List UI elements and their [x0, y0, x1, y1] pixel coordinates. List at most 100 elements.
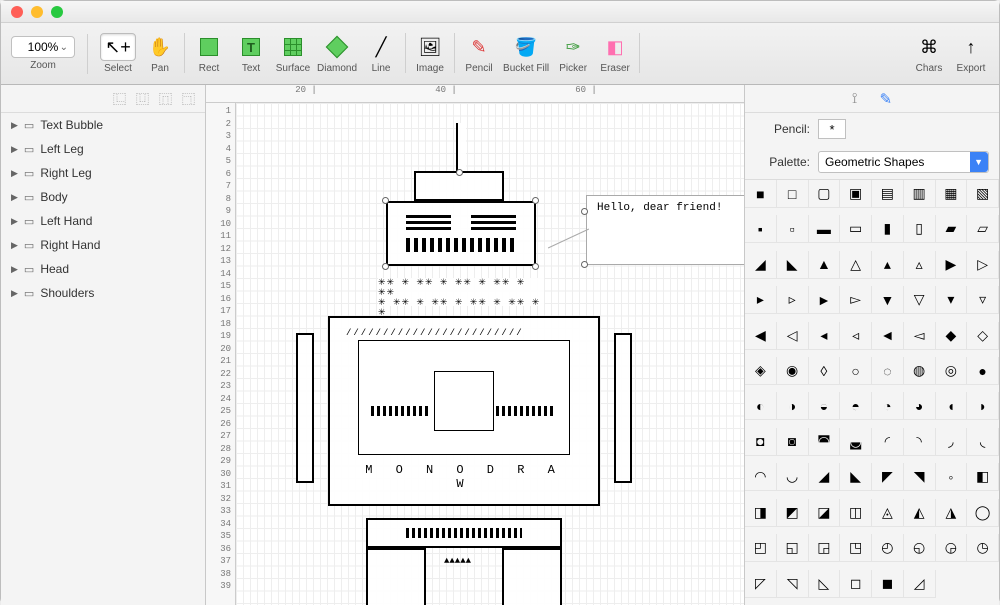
palette-char[interactable]: ◢	[745, 251, 777, 279]
palette-char[interactable]: ◀	[745, 322, 777, 350]
palette-char[interactable]: ▸	[745, 286, 777, 314]
palette-char[interactable]: ◨	[745, 499, 777, 527]
palette-char[interactable]: ◱	[777, 534, 809, 562]
palette-char[interactable]: ◿	[904, 570, 936, 598]
palette-char[interactable]: ▲	[809, 251, 841, 279]
text-tool-button[interactable]: T	[233, 33, 269, 61]
image-tool-button[interactable]: 🖼	[412, 33, 448, 61]
palette-char[interactable]: ◌	[872, 357, 904, 385]
palette-char[interactable]: ◥	[904, 463, 936, 491]
palette-char[interactable]: ■	[745, 180, 777, 208]
minimize-window-button[interactable]	[31, 6, 43, 18]
palette-char[interactable]: ▥	[904, 180, 936, 208]
palette-char[interactable]: ◃	[840, 322, 872, 350]
palette-char[interactable]: ◒	[809, 392, 841, 420]
close-window-button[interactable]	[11, 6, 23, 18]
layer-item[interactable]: ▶▭Left Hand	[1, 209, 205, 233]
palette-char[interactable]: ◹	[777, 570, 809, 598]
pencil-char-field[interactable]: *	[818, 119, 846, 139]
palette-char[interactable]: ◡	[777, 463, 809, 491]
palette-char[interactable]: ▣	[840, 180, 872, 208]
chars-tool-button[interactable]: ⌘	[911, 33, 947, 61]
palette-char[interactable]: ◣	[840, 463, 872, 491]
palette-char[interactable]: ◘	[745, 428, 777, 456]
palette-char[interactable]: ◖	[936, 392, 968, 420]
palette-char[interactable]: ◺	[809, 570, 841, 598]
palette-char[interactable]: ◼	[872, 570, 904, 598]
palette-char[interactable]: ◍	[904, 357, 936, 385]
sidebar-action-icon-1[interactable]: ⿶	[136, 89, 149, 108]
palette-char[interactable]: ▷	[967, 251, 999, 279]
palette-char[interactable]: ◑	[777, 392, 809, 420]
palette-char[interactable]: ◸	[745, 570, 777, 598]
palette-char[interactable]: ◓	[840, 392, 872, 420]
palette-char[interactable]: ▬	[809, 215, 841, 243]
palette-char[interactable]: ◎	[936, 357, 968, 385]
palette-char[interactable]: ◚	[809, 428, 841, 456]
palette-char[interactable]: ◠	[745, 463, 777, 491]
palette-char[interactable]: ◧	[967, 463, 999, 491]
palette-char[interactable]: ▶	[936, 251, 968, 279]
palette-char[interactable]: ◩	[777, 499, 809, 527]
palette-char[interactable]: ▤	[872, 180, 904, 208]
speech-bubble[interactable]: Hello, dear friend!	[586, 195, 744, 265]
palette-char[interactable]: ▭	[840, 215, 872, 243]
palette-char[interactable]: ◣	[777, 251, 809, 279]
drawing-canvas[interactable]: ✳✳ ✳ ✳✳ ✳ ✳✳ ✳ ✳✳ ✳ ✳✳✳ ✳✳ ✳ ✳✳ ✳ ✳✳ ✳ ✳…	[236, 103, 744, 605]
palette-char[interactable]: ◻	[840, 570, 872, 598]
select-tool-button[interactable]: ↖+	[100, 33, 136, 61]
palette-char[interactable]: ◫	[840, 499, 872, 527]
palette-char[interactable]: ▹	[777, 286, 809, 314]
layer-item[interactable]: ▶▭Body	[1, 185, 205, 209]
layer-item[interactable]: ▶▭Shoulders	[1, 281, 205, 305]
palette-char[interactable]: ▢	[809, 180, 841, 208]
palette-char[interactable]: ◲	[809, 534, 841, 562]
palette-char[interactable]: ◁	[777, 322, 809, 350]
palette-char[interactable]: ◴	[872, 534, 904, 562]
palette-char[interactable]: ▻	[840, 286, 872, 314]
sidebar-action-icon-3[interactable]: ⿹	[182, 89, 195, 108]
palette-char[interactable]: ◭	[904, 499, 936, 527]
palette-char[interactable]: ◜	[872, 428, 904, 456]
palette-char[interactable]: ▯	[904, 215, 936, 243]
palette-char[interactable]: ◬	[872, 499, 904, 527]
diamond-tool-button[interactable]	[319, 33, 355, 61]
palette-char[interactable]: ◅	[904, 322, 936, 350]
palette-char[interactable]: ◦	[936, 463, 968, 491]
palette-char[interactable]: ◰	[745, 534, 777, 562]
layer-item[interactable]: ▶▭Text Bubble	[1, 113, 205, 137]
layer-item[interactable]: ▶▭Right Hand	[1, 233, 205, 257]
palette-char[interactable]: □	[777, 180, 809, 208]
layer-item[interactable]: ▶▭Left Leg	[1, 137, 205, 161]
palette-char[interactable]: ▴	[872, 251, 904, 279]
zoom-select[interactable]: 100%	[11, 36, 75, 58]
inspector-tab-1[interactable]: ✎	[880, 90, 893, 108]
palette-char[interactable]: ▿	[967, 286, 999, 314]
palette-select[interactable]: Geometric Shapes ▼	[818, 151, 989, 173]
palette-char[interactable]: ◤	[872, 463, 904, 491]
palette-char[interactable]: ▱	[967, 215, 999, 243]
palette-char[interactable]: ◆	[936, 322, 968, 350]
palette-char[interactable]: ▦	[936, 180, 968, 208]
picker-tool-button[interactable]: ✑	[555, 33, 591, 61]
palette-char[interactable]: ◊	[809, 357, 841, 385]
palette-char[interactable]: ▪	[745, 215, 777, 243]
palette-char[interactable]: ◔	[872, 392, 904, 420]
palette-char[interactable]: ◮	[936, 499, 968, 527]
palette-char[interactable]: ▾	[936, 286, 968, 314]
export-tool-button[interactable]: ↑	[953, 33, 989, 61]
palette-char[interactable]: ▵	[904, 251, 936, 279]
sidebar-action-icon-2[interactable]: ⿵	[159, 89, 172, 108]
palette-char[interactable]: ◉	[777, 357, 809, 385]
palette-char[interactable]: ◷	[967, 534, 999, 562]
palette-char[interactable]: △	[840, 251, 872, 279]
palette-char[interactable]: ●	[967, 357, 999, 385]
layer-item[interactable]: ▶▭Right Leg	[1, 161, 205, 185]
palette-char[interactable]: ◳	[840, 534, 872, 562]
palette-char[interactable]: ◵	[904, 534, 936, 562]
palette-char[interactable]: ▰	[936, 215, 968, 243]
rect-tool-button[interactable]	[191, 33, 227, 61]
palette-char[interactable]: ◙	[777, 428, 809, 456]
palette-char[interactable]: ◞	[936, 428, 968, 456]
palette-char[interactable]: ◪	[809, 499, 841, 527]
